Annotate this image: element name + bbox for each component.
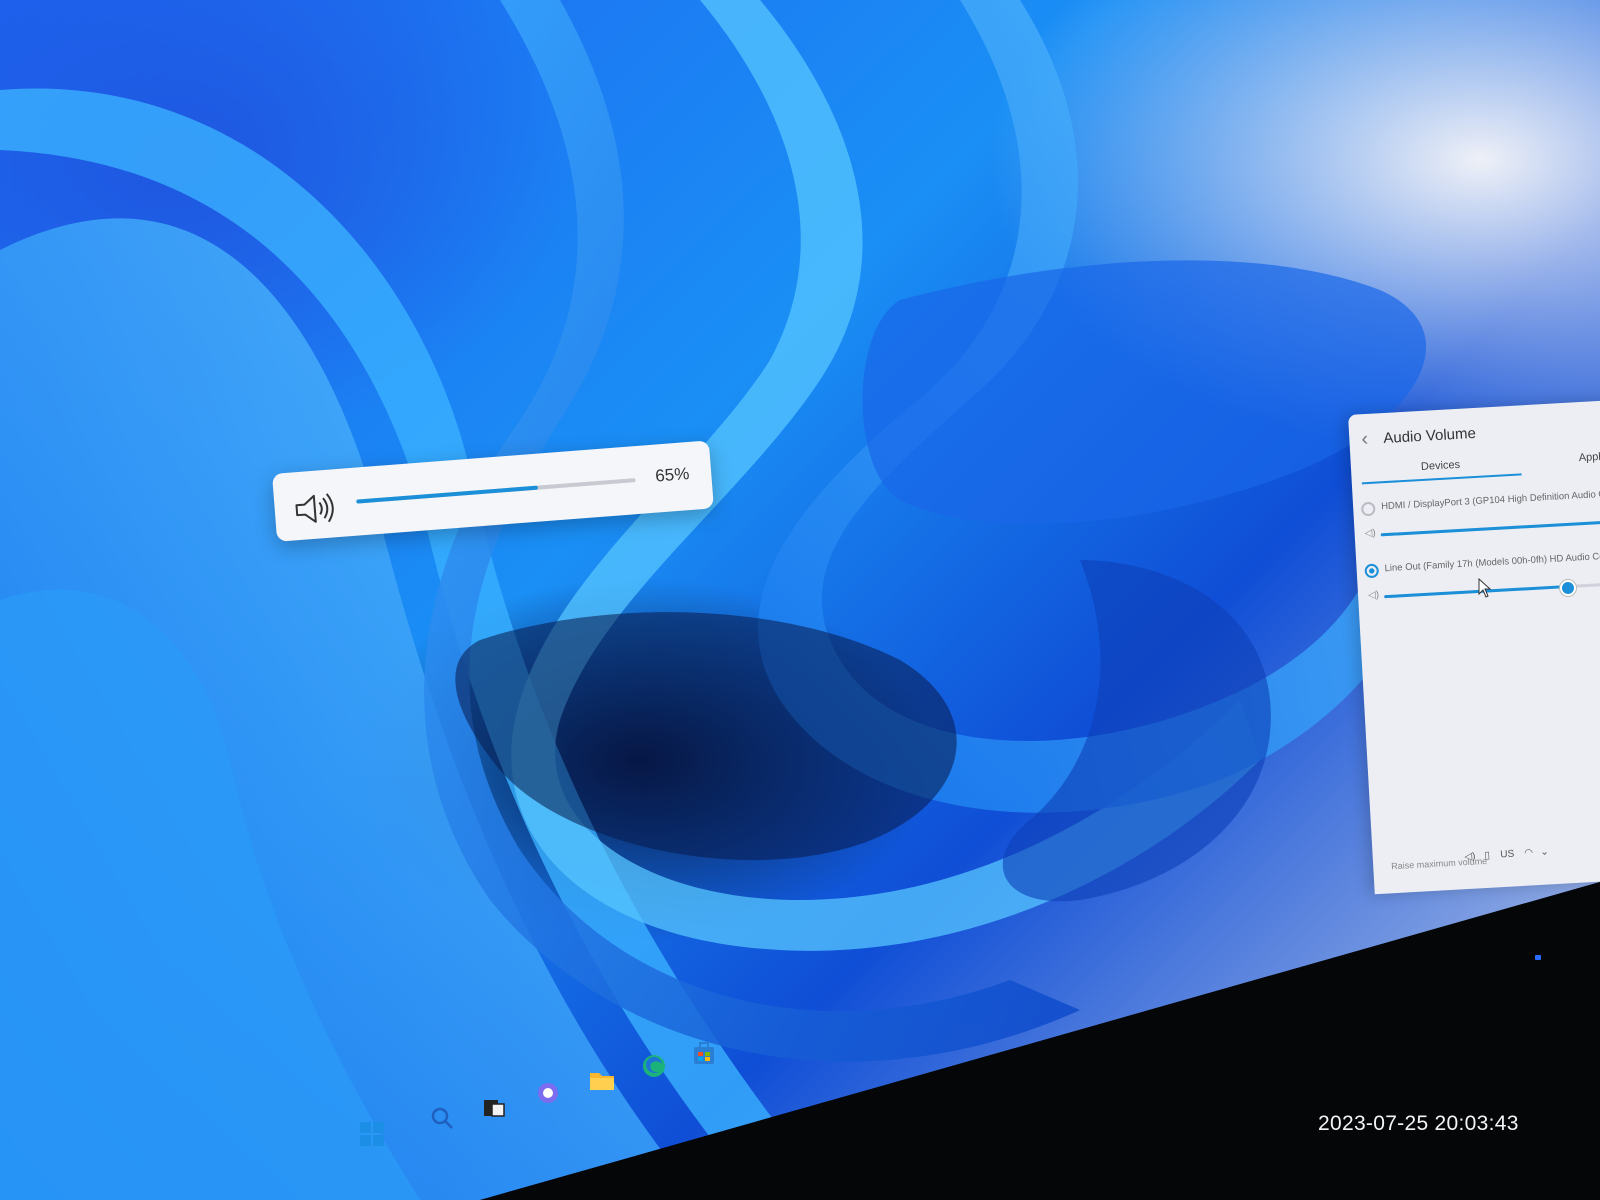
battery-icon[interactable]: ▯ <box>1484 850 1490 861</box>
language-indicator[interactable]: US <box>1500 849 1515 861</box>
task-view-icon[interactable] <box>480 1094 508 1122</box>
chevron-left-icon[interactable]: ‹ <box>1361 428 1369 451</box>
speaker-icon[interactable]: ◁) <box>1364 528 1376 540</box>
device-name: HDMI / DisplayPort 3 (GP104 High Definit… <box>1380 488 1600 513</box>
panel-tabs: Devices Appl <box>1351 445 1600 485</box>
device-volume-fill <box>1384 585 1567 599</box>
device-volume-slider[interactable] <box>1384 579 1600 599</box>
volume-percent-label: 65% <box>654 464 690 486</box>
search-icon[interactable] <box>428 1104 456 1132</box>
tab-devices[interactable]: Devices <box>1421 459 1461 473</box>
windows-start-icon[interactable] <box>358 1120 386 1148</box>
file-explorer-icon[interactable] <box>588 1066 616 1094</box>
speaker-icon[interactable]: ◁) <box>1464 851 1476 863</box>
power-led <box>1535 955 1541 960</box>
tab-apps[interactable]: Appl <box>1578 451 1600 464</box>
device-radio[interactable] <box>1364 563 1380 579</box>
volume-slider-fill <box>356 485 538 504</box>
device-row[interactable]: HDMI / DisplayPort 3 (GP104 High Definit… <box>1353 483 1600 559</box>
tab-active-indicator <box>1361 473 1522 485</box>
chevron-up-icon[interactable]: ⌄ <box>1540 846 1549 858</box>
device-radio[interactable] <box>1360 501 1376 517</box>
chat-icon[interactable] <box>534 1080 562 1108</box>
audio-volume-panel: ‹ Audio Volume Devices Appl HDMI / Displ… <box>1348 398 1600 895</box>
edge-icon[interactable] <box>640 1052 668 1080</box>
photo-timestamp: 2023-07-25 20:03:43 <box>1318 1112 1519 1135</box>
store-icon[interactable] <box>690 1040 718 1068</box>
speaker-icon[interactable]: ◁) <box>1368 590 1380 602</box>
slider-thumb[interactable] <box>1559 579 1577 597</box>
device-volume-fill <box>1380 518 1600 537</box>
speaker-icon[interactable] <box>291 489 342 529</box>
device-volume-slider[interactable] <box>1380 518 1600 537</box>
panel-title: Audio Volume <box>1382 424 1477 448</box>
volume-slider[interactable] <box>356 478 636 504</box>
mouse-cursor-icon <box>1478 578 1492 598</box>
network-icon[interactable]: ◠ <box>1524 847 1533 859</box>
